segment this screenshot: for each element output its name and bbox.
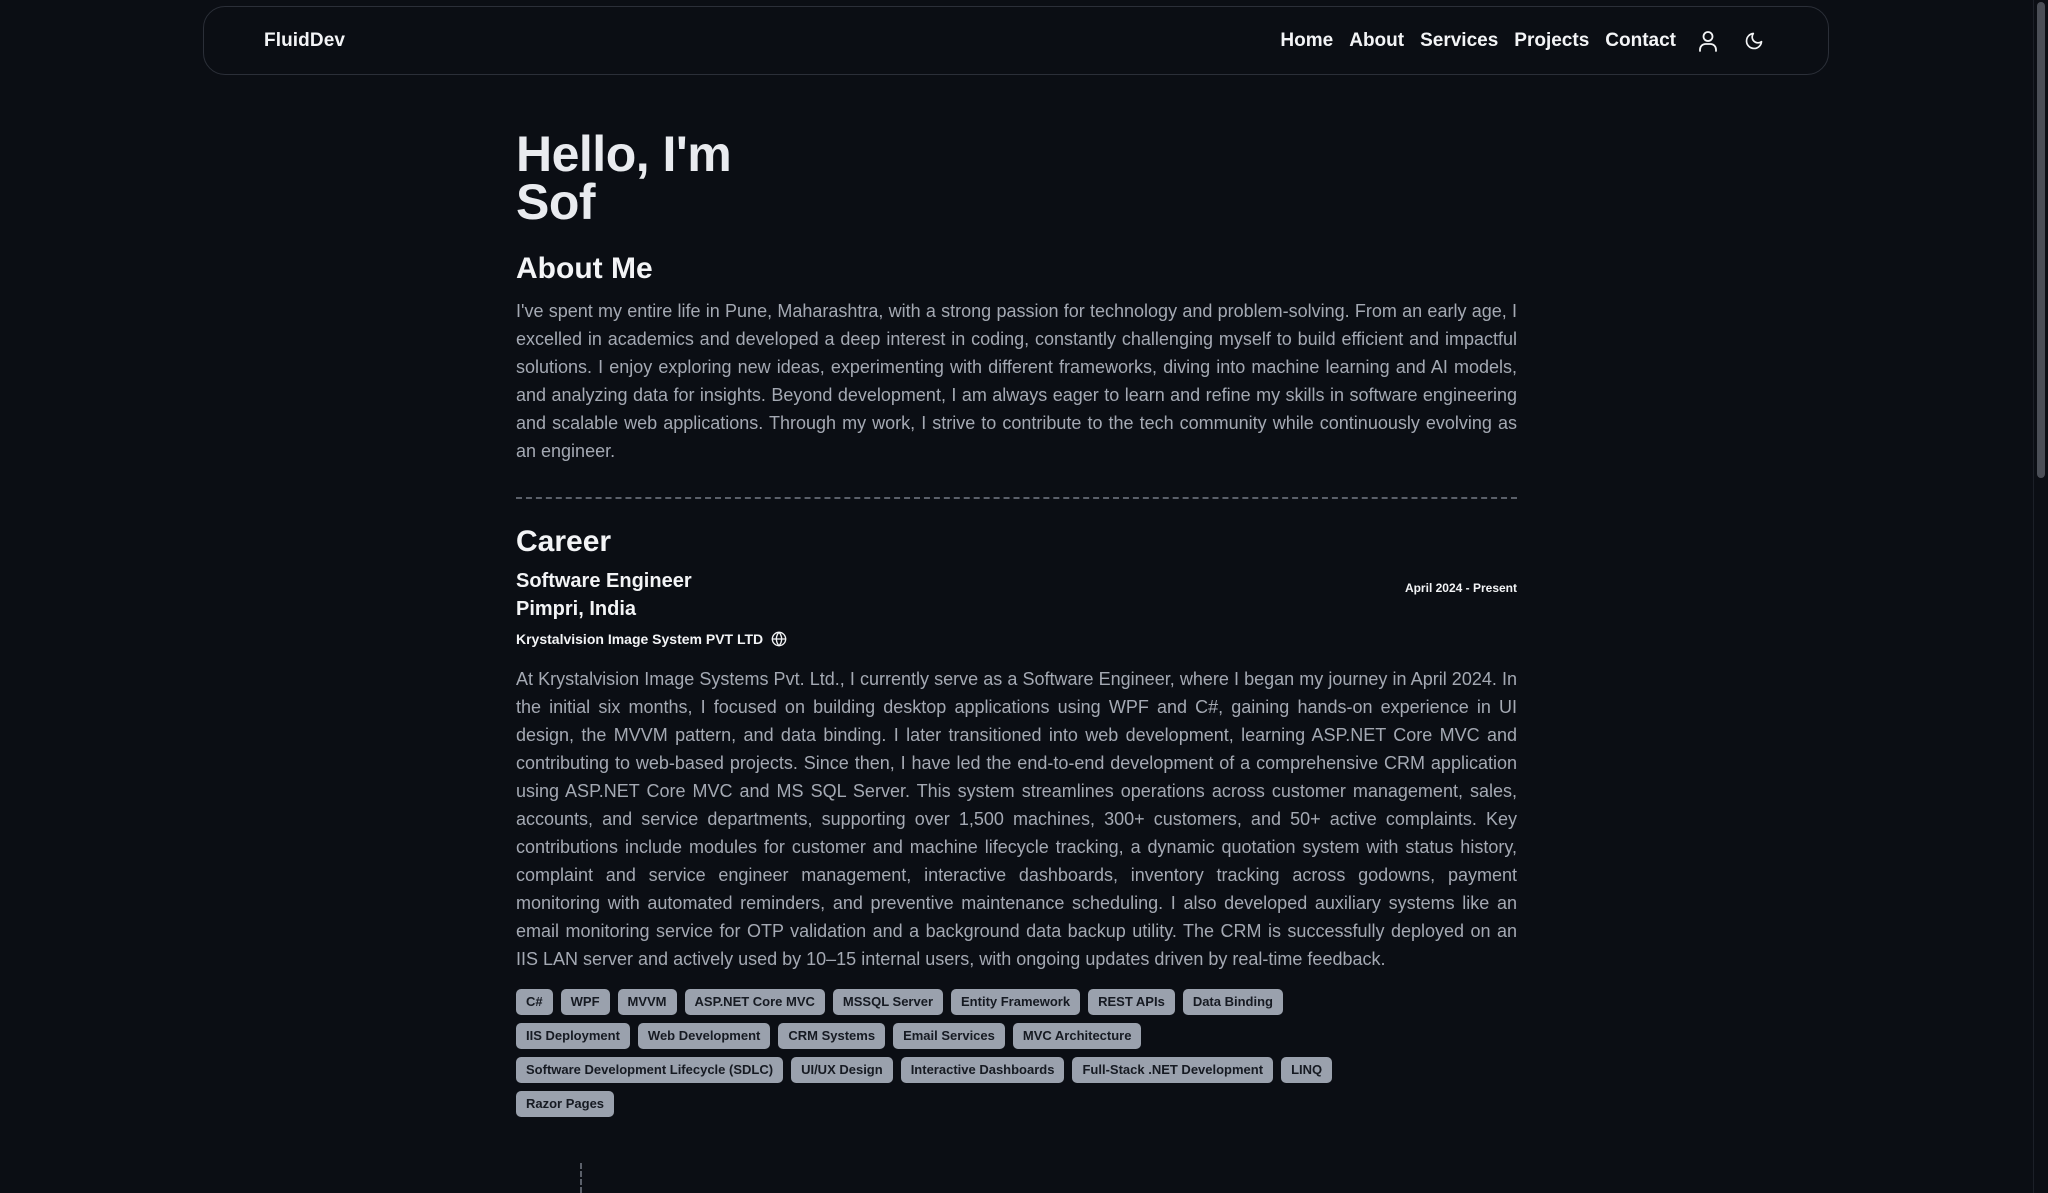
page: FluidDev Home About Services Projects Co… bbox=[0, 0, 2048, 1193]
career-heading: Career bbox=[516, 525, 612, 558]
user-icon[interactable] bbox=[1694, 27, 1722, 55]
nav-link-home[interactable]: Home bbox=[1280, 30, 1333, 52]
nav-link-about[interactable]: About bbox=[1349, 30, 1404, 52]
brand-logo[interactable]: FluidDev bbox=[264, 30, 345, 52]
hero-line-1: Hello, I'm bbox=[516, 126, 732, 182]
skill-tag: LINQ bbox=[1281, 1057, 1333, 1083]
scrollbar-thumb[interactable] bbox=[2037, 2, 2045, 478]
skill-tag: IIS Deployment bbox=[516, 1023, 630, 1049]
nav-link-projects[interactable]: Projects bbox=[1514, 30, 1589, 52]
job-header: Software Engineer Pimpri, India April 20… bbox=[516, 567, 1517, 623]
skill-tag: UI/UX Design bbox=[791, 1057, 893, 1083]
job-title: Software Engineer bbox=[516, 570, 692, 592]
skill-tag: Full-Stack .NET Development bbox=[1072, 1057, 1274, 1083]
skill-tag: Web Development bbox=[637, 1023, 771, 1049]
about-heading: About Me bbox=[516, 252, 653, 285]
skill-tag: Interactive Dashboards bbox=[900, 1057, 1065, 1083]
company-row: Krystalvision Image System PVT LTD bbox=[516, 631, 1517, 647]
skill-tag: Data Binding bbox=[1182, 989, 1283, 1015]
main-content: Hello, I'm Sof About Me I've spent my en… bbox=[516, 126, 1517, 1117]
skill-tag: CRM Systems bbox=[778, 1023, 886, 1049]
skill-tag: WPF bbox=[560, 989, 610, 1015]
about-text: I've spent my entire life in Pune, Mahar… bbox=[516, 301, 1517, 461]
skill-tag: Software Development Lifecycle (SDLC) bbox=[516, 1057, 784, 1083]
skill-tag: Email Services bbox=[893, 1023, 1005, 1049]
nav-link-contact[interactable]: Contact bbox=[1605, 30, 1676, 52]
skill-tag: C# bbox=[516, 989, 553, 1015]
skill-tag: MVC Architecture bbox=[1012, 1023, 1142, 1049]
skill-tag: MSSQL Server bbox=[832, 989, 944, 1015]
skill-tag: Entity Framework bbox=[951, 989, 1081, 1015]
skill-tag: REST APIs bbox=[1088, 989, 1175, 1015]
hero-title: Hello, I'm Sof bbox=[516, 126, 1517, 230]
job-date: April 2024 - Present bbox=[1404, 581, 1517, 595]
skill-tag: MVVM bbox=[617, 989, 677, 1015]
timeline-connector bbox=[580, 1163, 582, 1193]
job-location: Pimpri, India bbox=[516, 598, 637, 620]
section-divider bbox=[516, 497, 1517, 499]
hero-line-2: Sof bbox=[516, 174, 596, 230]
job-description: At Krystalvision Image Systems Pvt. Ltd.… bbox=[516, 669, 1517, 969]
nav-link-services[interactable]: Services bbox=[1420, 30, 1498, 52]
company-name: Krystalvision Image System PVT LTD bbox=[516, 631, 764, 647]
skill-tags: C# WPF MVVM ASP.NET Core MVC MSSQL Serve… bbox=[516, 989, 1376, 1117]
skill-tag: Razor Pages bbox=[516, 1091, 615, 1117]
skill-tag: ASP.NET Core MVC bbox=[684, 989, 825, 1015]
moon-icon[interactable] bbox=[1740, 27, 1768, 55]
globe-icon[interactable] bbox=[771, 631, 787, 647]
page-scrollbar[interactable] bbox=[2033, 0, 2048, 1193]
navbar: FluidDev Home About Services Projects Co… bbox=[203, 6, 1829, 75]
nav-links: Home About Services Projects Contact bbox=[1280, 27, 1768, 55]
